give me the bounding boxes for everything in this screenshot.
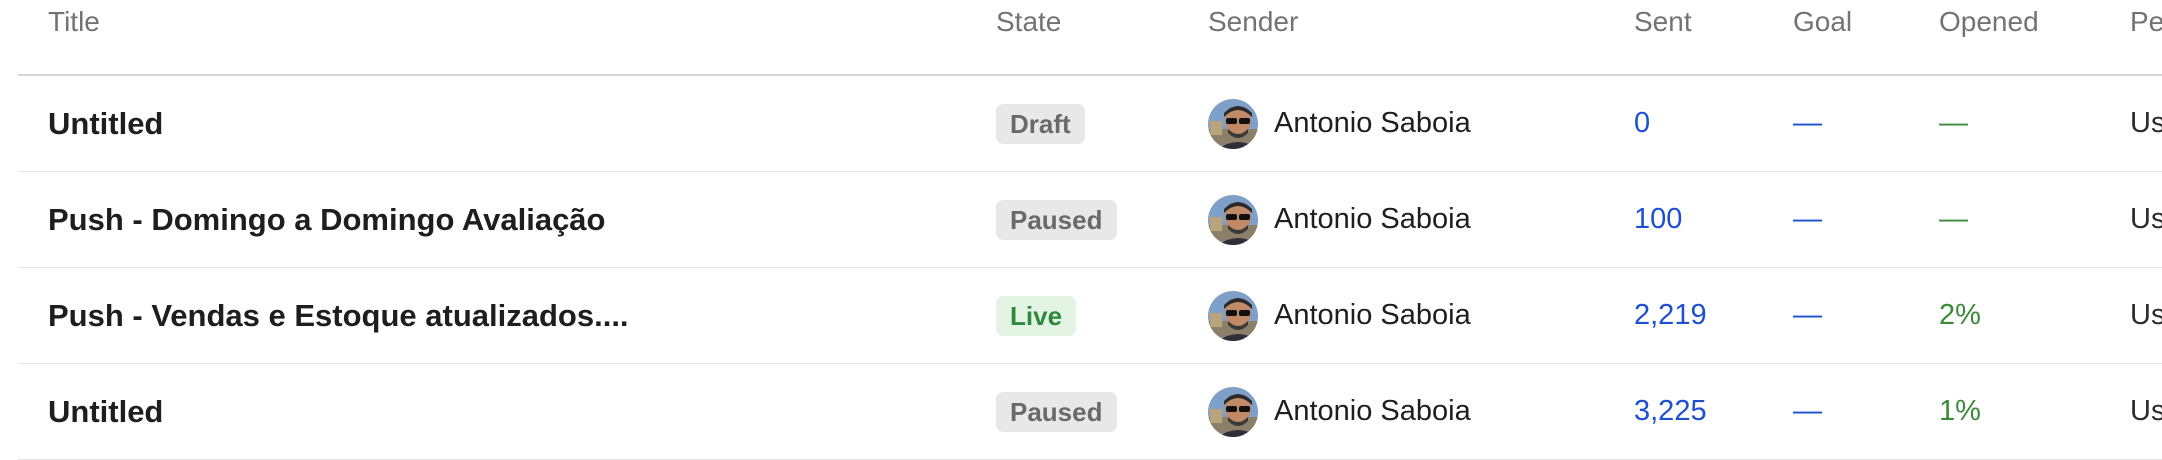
goal-value[interactable]: — xyxy=(1793,172,1822,267)
message-title[interactable]: Push - Domingo a Domingo Avaliação xyxy=(48,172,606,267)
messages-table: Title State Sender Sent Goal Opened Pe U… xyxy=(18,0,2162,460)
message-title[interactable]: Untitled xyxy=(48,76,163,171)
avatar-photo-icon xyxy=(1208,290,1258,341)
state-cell: Draft xyxy=(996,76,1085,171)
avatar-photo-icon xyxy=(1208,194,1258,245)
sent-count[interactable]: 3,225 xyxy=(1634,364,1707,459)
sender-cell: Antonio Saboia xyxy=(1208,76,1471,171)
column-header-title[interactable]: Title xyxy=(48,6,100,38)
message-title[interactable]: Push - Vendas e Estoque atualizados.... xyxy=(48,268,629,363)
goal-value[interactable]: — xyxy=(1793,364,1822,459)
sender-cell: Antonio Saboia xyxy=(1208,268,1471,363)
sender-name: Antonio Saboia xyxy=(1274,107,1471,139)
table-body: Untitled Draft Antonio Saboia 0 — — Us P… xyxy=(18,76,2162,460)
column-header-per[interactable]: Pe xyxy=(2130,6,2162,38)
column-header-sender[interactable]: Sender xyxy=(1208,6,1298,38)
avatar xyxy=(1208,386,1258,437)
sent-count[interactable]: 2,219 xyxy=(1634,268,1707,363)
table-row[interactable]: Push - Vendas e Estoque atualizados.... … xyxy=(18,268,2162,364)
table-header: Title State Sender Sent Goal Opened Pe xyxy=(18,0,2162,76)
goal-value[interactable]: — xyxy=(1793,268,1822,363)
avatar-photo-icon xyxy=(1208,98,1258,149)
status-badge: Draft xyxy=(996,103,1085,144)
sender-name: Antonio Saboia xyxy=(1274,299,1471,331)
state-cell: Paused xyxy=(996,364,1117,459)
table-row[interactable]: Push - Domingo a Domingo Avaliação Pause… xyxy=(18,172,2162,268)
sender-name: Antonio Saboia xyxy=(1274,203,1471,235)
opened-rate[interactable]: — xyxy=(1939,76,1968,171)
sender-name: Antonio Saboia xyxy=(1274,395,1471,427)
status-badge: Live xyxy=(996,295,1077,336)
sent-count[interactable]: 100 xyxy=(1634,172,1682,267)
sender-cell: Antonio Saboia xyxy=(1208,364,1471,459)
column-header-state[interactable]: State xyxy=(996,6,1061,38)
state-cell: Live xyxy=(996,268,1077,363)
avatar xyxy=(1208,194,1258,245)
per-value: Us xyxy=(2130,395,2162,427)
opened-rate[interactable]: 1% xyxy=(1939,364,1981,459)
opened-rate[interactable]: — xyxy=(1939,172,1968,267)
status-badge: Paused xyxy=(996,391,1117,432)
table-row[interactable]: Untitled Paused Antonio Saboia 3,225 — 1… xyxy=(18,364,2162,460)
sender-cell: Antonio Saboia xyxy=(1208,172,1471,267)
status-badge: Paused xyxy=(996,199,1117,240)
table-row[interactable]: Untitled Draft Antonio Saboia 0 — — Us xyxy=(18,76,2162,172)
message-title[interactable]: Untitled xyxy=(48,364,163,459)
per-value: Us xyxy=(2130,107,2162,139)
avatar-photo-icon xyxy=(1208,386,1258,437)
goal-value[interactable]: — xyxy=(1793,76,1822,171)
column-header-opened[interactable]: Opened xyxy=(1939,6,2039,38)
avatar xyxy=(1208,98,1258,149)
sent-count[interactable]: 0 xyxy=(1634,76,1650,171)
avatar xyxy=(1208,290,1258,341)
opened-rate[interactable]: 2% xyxy=(1939,268,1981,363)
per-value: Us xyxy=(2130,203,2162,235)
state-cell: Paused xyxy=(996,172,1117,267)
per-value: Us xyxy=(2130,299,2162,331)
column-header-sent[interactable]: Sent xyxy=(1634,6,1692,38)
column-header-goal[interactable]: Goal xyxy=(1793,6,1852,38)
